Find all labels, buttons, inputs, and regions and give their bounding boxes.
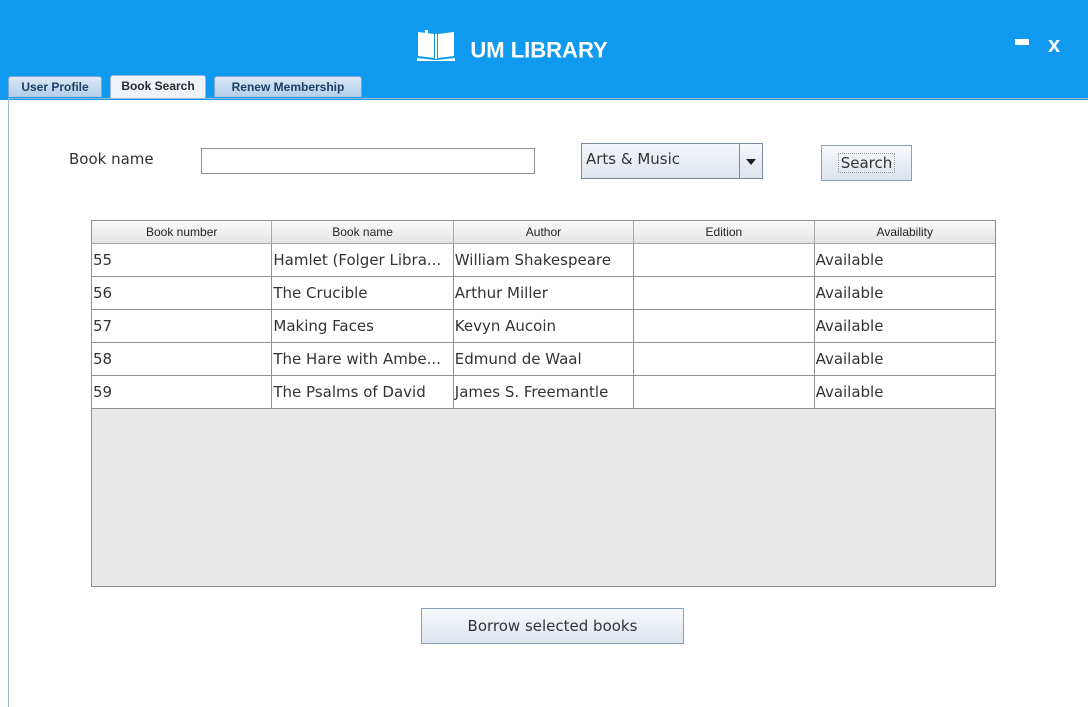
tab-renew-membership[interactable]: Renew Membership [214,76,362,97]
tab-user-profile[interactable]: User Profile [8,76,102,97]
table-row[interactable]: 56 The Crucible Arthur Miller Available [92,276,995,310]
cell-author[interactable]: Kevyn Aucoin [452,309,635,343]
cell-book-name[interactable]: The Crucible [271,276,454,310]
category-select[interactable]: Arts & Music [581,143,763,179]
cell-edition[interactable] [633,276,815,310]
cell-book-number[interactable]: 59 [92,375,273,409]
tab-divider [8,98,1088,99]
cell-edition[interactable] [633,375,815,409]
search-button[interactable]: Search [821,145,912,181]
column-header-book-number[interactable]: Book number [92,221,273,244]
tab-book-search[interactable]: Book Search [110,75,206,98]
close-icon[interactable]: x [1048,32,1060,58]
table-row[interactable]: 55 Hamlet (Folger Libra... William Shake… [92,243,995,277]
category-select-value: Arts & Music [586,150,681,168]
cell-author[interactable]: Arthur Miller [452,276,635,310]
minimize-icon[interactable] [1015,39,1029,45]
search-button-label: Search [837,153,896,173]
cell-book-name[interactable]: The Psalms of David [271,375,454,409]
table-row[interactable]: 57 Making Faces Kevyn Aucoin Available [92,309,995,343]
cell-availability[interactable]: Available [813,309,995,343]
app-title-wrap: UM LIBRARY [0,28,1024,64]
books-table: Book number Book name Author Edition Ava… [91,220,996,587]
column-header-book-name[interactable]: Book name [271,221,454,244]
cell-edition[interactable] [633,243,815,277]
book-icon [416,28,456,73]
cell-book-number[interactable]: 58 [92,342,273,376]
column-header-edition[interactable]: Edition [633,221,815,244]
column-header-author[interactable]: Author [452,221,635,244]
book-name-label: Book name [69,150,154,168]
cell-book-name[interactable]: Hamlet (Folger Libra... [271,243,454,277]
cell-edition[interactable] [633,342,815,376]
cell-availability[interactable]: Available [813,276,995,310]
cell-author[interactable]: James S. Freemantle [452,375,635,409]
borrow-selected-books-button[interactable]: Borrow selected books [421,608,684,644]
cell-availability[interactable]: Available [813,342,995,376]
table-header-row: Book number Book name Author Edition Ava… [92,221,995,244]
table-row[interactable]: 59 The Psalms of David James S. Freemant… [92,375,995,409]
app-title: UM LIBRARY [470,37,608,63]
column-header-availability[interactable]: Availability [813,221,995,244]
cell-book-number[interactable]: 55 [92,243,273,277]
cell-book-number[interactable]: 57 [92,309,273,343]
chevron-down-icon[interactable] [739,144,762,178]
cell-edition[interactable] [633,309,815,343]
panel-border [8,98,9,707]
cell-author[interactable]: William Shakespeare [452,243,635,277]
book-name-input[interactable] [201,148,535,174]
cell-availability[interactable]: Available [813,375,995,409]
cell-book-number[interactable]: 56 [92,276,273,310]
cell-book-name[interactable]: Making Faces [271,309,454,343]
cell-author[interactable]: Edmund de Waal [452,342,635,376]
cell-availability[interactable]: Available [813,243,995,277]
table-row[interactable]: 58 The Hare with Ambe... Edmund de Waal … [92,342,995,376]
cell-book-name[interactable]: The Hare with Ambe... [271,342,454,376]
